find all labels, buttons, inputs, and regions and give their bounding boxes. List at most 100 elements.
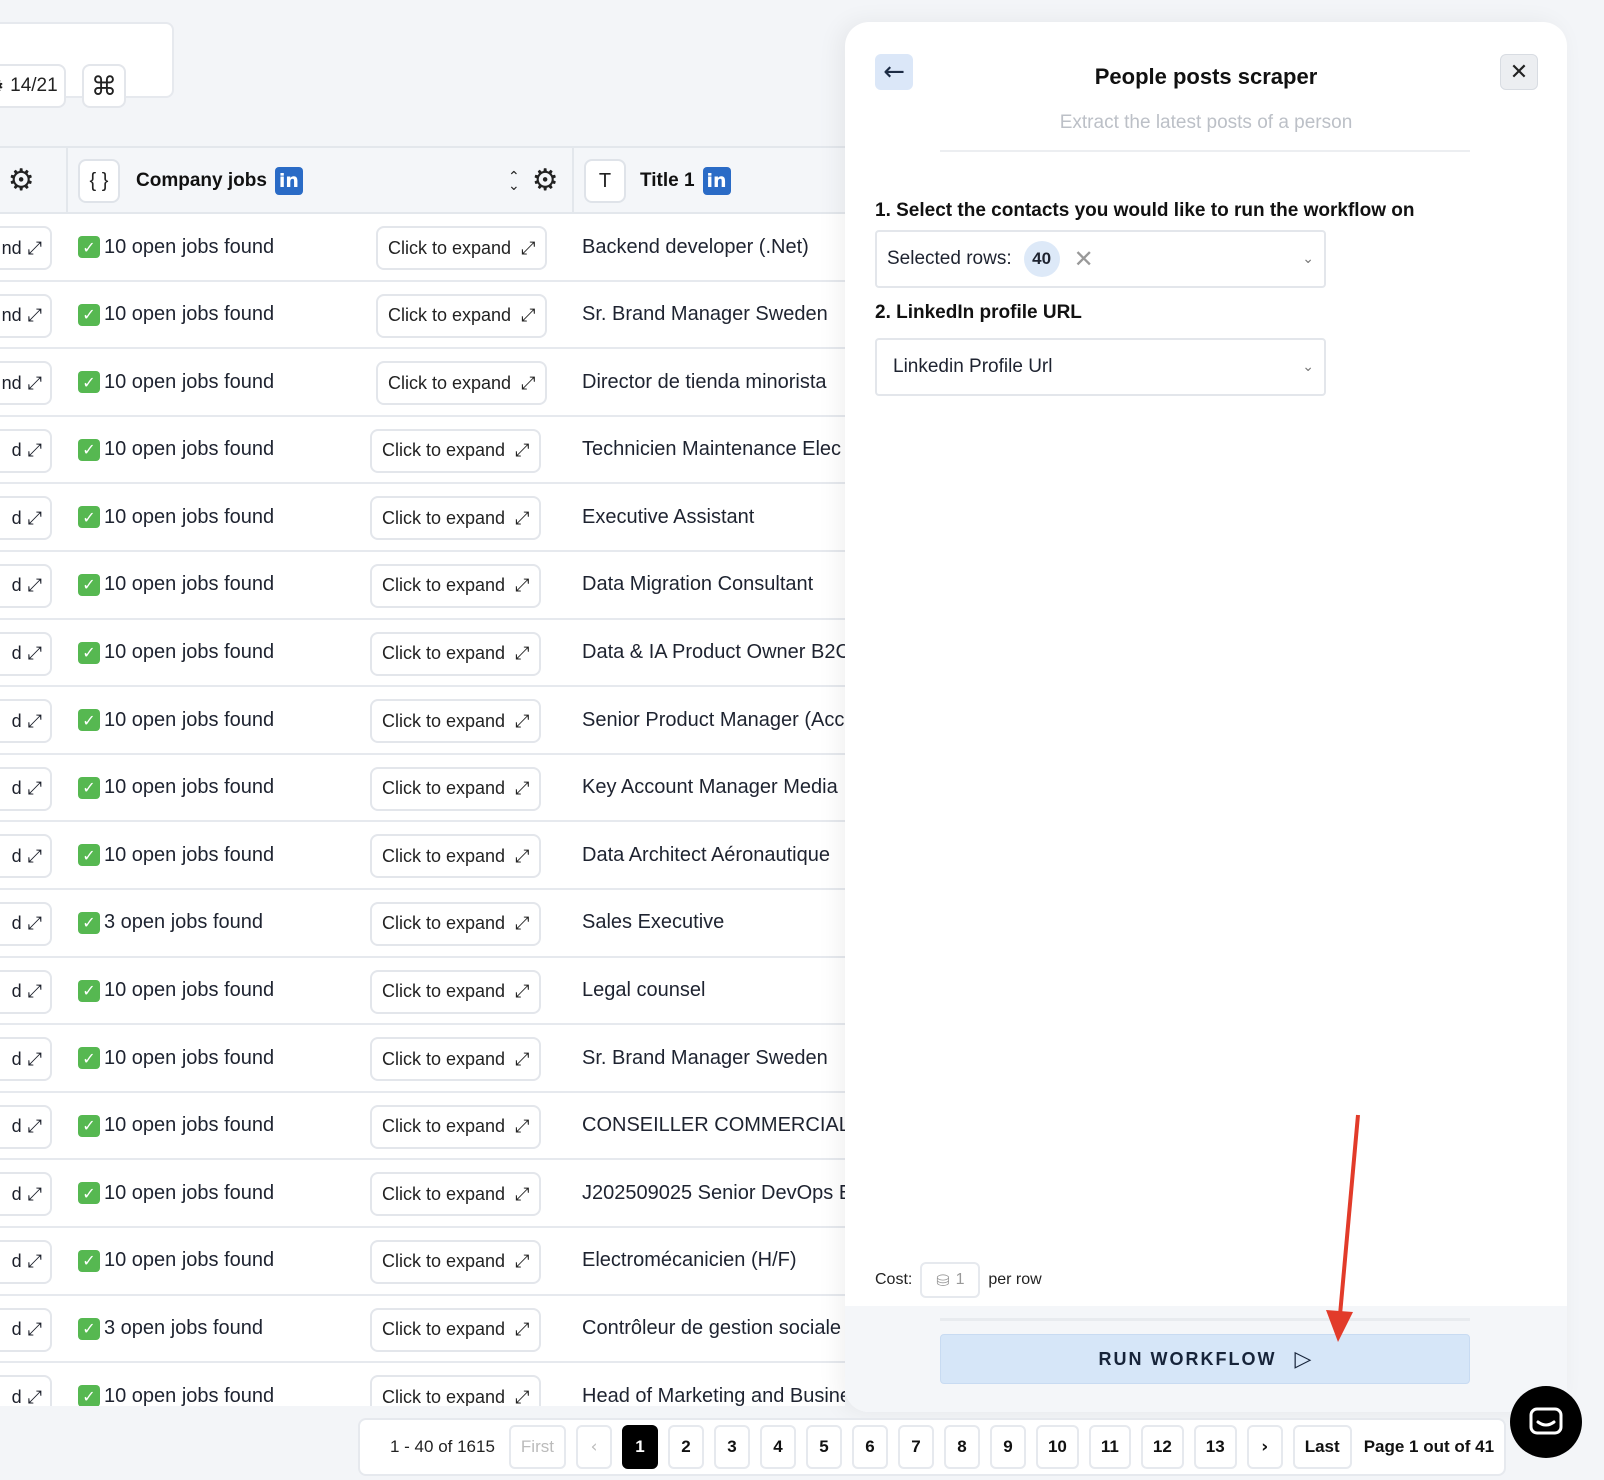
click-to-expand-button[interactable]: Click to expand ⤢	[370, 969, 542, 1014]
expand-cell-button[interactable]: nd ⤢	[0, 226, 52, 270]
page-button[interactable]: 4	[759, 1425, 796, 1469]
company-jobs-cell[interactable]: ✓ 10 open jobs found	[78, 1093, 274, 1159]
expand-cell-button[interactable]: d ⤢	[0, 631, 52, 676]
expand-cell-button[interactable]: d ⤢	[0, 1239, 52, 1284]
expand-cell-button[interactable]: d ⤢	[0, 699, 52, 744]
company-jobs-cell[interactable]: ✓ 10 open jobs found	[78, 620, 274, 686]
title-cell[interactable]: Sr. Brand Manager Sweden	[582, 282, 845, 348]
company-jobs-cell[interactable]: ✓ 10 open jobs found	[78, 755, 274, 821]
clear-selection-icon[interactable]: ✕	[1074, 245, 1094, 273]
next-page-button[interactable]: ›	[1246, 1425, 1283, 1469]
click-to-expand-button[interactable]: Click to expand ⤢	[376, 293, 548, 338]
title-cell[interactable]: Legal counsel	[582, 958, 845, 1024]
company-jobs-cell[interactable]: ✓ 10 open jobs found	[78, 1025, 274, 1091]
page-button[interactable]: 6	[851, 1425, 888, 1469]
click-to-expand-button[interactable]: Click to expand ⤢	[370, 1375, 542, 1406]
page-button[interactable]: 8	[943, 1425, 980, 1469]
column-settings-icon[interactable]: ⚙	[8, 166, 35, 196]
company-jobs-cell[interactable]: ✓ 10 open jobs found	[78, 1228, 274, 1294]
page-button[interactable]: 10	[1035, 1425, 1079, 1469]
click-to-expand-button[interactable]: Click to expand ⤢	[370, 1037, 542, 1082]
title-cell[interactable]: Data Migration Consultant	[582, 552, 845, 618]
page-button[interactable]: 3	[713, 1425, 750, 1469]
click-to-expand-button[interactable]: Click to expand ⤢	[370, 1104, 542, 1149]
title-cell[interactable]: Data Architect Aéronautique	[582, 822, 845, 888]
expand-cell-button[interactable]: d ⤢	[0, 766, 52, 811]
expand-cell-button[interactable]: d ⤢	[0, 563, 52, 608]
click-to-expand-button[interactable]: Click to expand ⤢	[370, 1307, 542, 1352]
click-to-expand-button[interactable]: Click to expand ⤢	[370, 563, 542, 608]
title-cell[interactable]: Sr. Brand Manager Sweden	[582, 1025, 845, 1091]
company-jobs-cell[interactable]: ✓ 10 open jobs found	[78, 1160, 274, 1226]
company-jobs-cell[interactable]: ✓ 3 open jobs found	[78, 1296, 263, 1362]
title-cell[interactable]: Contrôleur de gestion sociale	[582, 1296, 845, 1362]
page-button[interactable]: 1	[621, 1425, 658, 1469]
click-to-expand-button[interactable]: Click to expand ⤢	[370, 631, 542, 676]
title-cell[interactable]: Sales Executive	[582, 890, 845, 956]
company-jobs-cell[interactable]: ✓ 10 open jobs found	[78, 417, 274, 483]
page-button[interactable]: 7	[897, 1425, 934, 1469]
title-cell[interactable]: Senior Product Manager (Acc	[582, 687, 845, 753]
title-cell[interactable]: Executive Assistant	[582, 484, 845, 550]
command-menu-button[interactable]: ⌘	[82, 64, 126, 108]
linkedin-url-field-select[interactable]: Linkedin Profile Url ⌄	[875, 338, 1326, 396]
column-header-company-jobs[interactable]: { } Company jobs in ⌃ ⌄ ⚙	[78, 148, 568, 214]
run-workflow-button[interactable]: RUN WORKFLOW ▷	[940, 1334, 1470, 1384]
click-to-expand-button[interactable]: Click to expand ⤢	[370, 901, 542, 946]
column-header-title[interactable]: T Title 1 in	[584, 148, 731, 214]
close-button[interactable]: ✕	[1500, 54, 1538, 90]
company-jobs-cell[interactable]: ✓ 10 open jobs found	[78, 214, 274, 280]
company-jobs-cell[interactable]: ✓ 10 open jobs found	[78, 822, 274, 888]
expand-cell-button[interactable]: d ⤢	[0, 1172, 52, 1217]
title-cell[interactable]: J202509025 Senior DevOps E	[582, 1160, 845, 1226]
expand-cell-button[interactable]: d ⤢	[0, 428, 52, 473]
title-cell[interactable]: CONSEILLER COMMERCIAL (F/I	[582, 1093, 845, 1159]
page-button[interactable]: 13	[1193, 1425, 1237, 1469]
expand-cell-button[interactable]: d ⤢	[0, 1037, 52, 1082]
company-jobs-cell[interactable]: ✓ 10 open jobs found	[78, 958, 274, 1024]
expand-cell-button[interactable]: d ⤢	[0, 496, 52, 541]
title-cell[interactable]: Backend developer (.Net)	[582, 214, 845, 280]
page-button[interactable]: 9	[989, 1425, 1026, 1469]
click-to-expand-button[interactable]: Click to expand ⤢	[370, 766, 542, 811]
company-jobs-cell[interactable]: ✓ 10 open jobs found	[78, 282, 274, 348]
expand-cell-button[interactable]: d ⤢	[0, 834, 52, 879]
click-to-expand-button[interactable]: Click to expand ⤢	[376, 226, 548, 270]
expand-cell-button[interactable]: d ⤢	[0, 1104, 52, 1149]
click-to-expand-button[interactable]: Click to expand ⤢	[376, 361, 548, 406]
page-button[interactable]: 5	[805, 1425, 842, 1469]
title-cell[interactable]: Data & IA Product Owner B2C	[582, 620, 845, 686]
company-jobs-cell[interactable]: ✓ 10 open jobs found	[78, 687, 274, 753]
click-to-expand-button[interactable]: Click to expand ⤢	[370, 834, 542, 879]
company-jobs-cell[interactable]: ✓ 10 open jobs found	[78, 484, 274, 550]
chat-support-button[interactable]	[1510, 1386, 1582, 1458]
click-to-expand-button[interactable]: Click to expand ⤢	[370, 496, 542, 541]
company-jobs-cell[interactable]: ✓ 10 open jobs found	[78, 1363, 274, 1406]
page-button[interactable]: 2	[667, 1425, 704, 1469]
title-cell[interactable]: Head of Marketing and Busine	[582, 1363, 845, 1406]
click-to-expand-button[interactable]: Click to expand ⤢	[370, 1172, 542, 1217]
title-cell[interactable]: Key Account Manager Media	[582, 755, 845, 821]
page-button[interactable]: 11	[1088, 1425, 1131, 1469]
expand-cell-button[interactable]: d ⤢	[0, 901, 52, 946]
title-cell[interactable]: Director de tienda minorista	[582, 349, 845, 415]
expand-cell-button[interactable]: nd ⤢	[0, 293, 52, 338]
enrichment-counter[interactable]: ⚙ 14/21	[0, 64, 66, 108]
sort-icon[interactable]: ⌃ ⌄	[508, 169, 520, 192]
expand-cell-button[interactable]: d ⤢	[0, 969, 52, 1014]
click-to-expand-button[interactable]: Click to expand ⤢	[370, 699, 542, 744]
column-settings-icon[interactable]: ⚙	[532, 166, 559, 196]
last-page-button[interactable]: Last	[1292, 1425, 1352, 1469]
company-jobs-cell[interactable]: ✓ 10 open jobs found	[78, 552, 274, 618]
contacts-selector[interactable]: Selected rows: 40 ✕ ⌄	[875, 230, 1326, 288]
page-button[interactable]: 12	[1140, 1425, 1184, 1469]
expand-cell-button[interactable]: d ⤢	[0, 1307, 52, 1352]
first-page-button[interactable]: First	[508, 1425, 566, 1469]
title-cell[interactable]: Electromécanicien (H/F)	[582, 1228, 845, 1294]
expand-cell-button[interactable]: nd ⤢	[0, 361, 52, 406]
click-to-expand-button[interactable]: Click to expand ⤢	[370, 428, 542, 473]
title-cell[interactable]: Technicien Maintenance Elec	[582, 417, 845, 483]
company-jobs-cell[interactable]: ✓ 10 open jobs found	[78, 349, 274, 415]
previous-page-button[interactable]: ‹	[575, 1425, 612, 1469]
company-jobs-cell[interactable]: ✓ 3 open jobs found	[78, 890, 263, 956]
